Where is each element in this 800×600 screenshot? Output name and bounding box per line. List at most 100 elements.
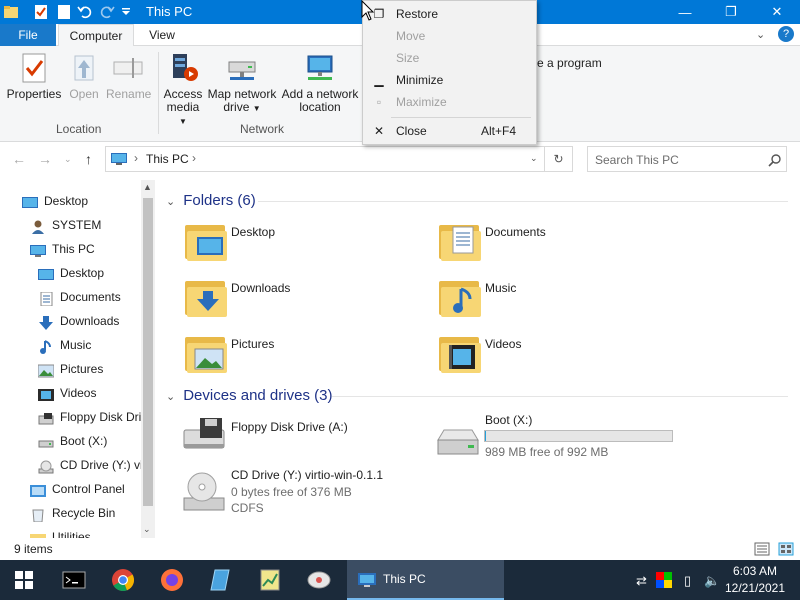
sidebar-item-label: Pictures bbox=[60, 362, 104, 376]
computer-icon bbox=[110, 152, 128, 169]
group-network-label: Network bbox=[240, 122, 285, 136]
network-drive-icon bbox=[226, 52, 258, 84]
system-menu-icon[interactable] bbox=[2, 3, 20, 21]
sidebar-item-this-pc[interactable]: This PC bbox=[30, 237, 95, 261]
folder-videos[interactable]: Videos bbox=[437, 331, 657, 379]
group-separator bbox=[158, 52, 159, 134]
sidebar-item-music[interactable]: Music bbox=[38, 333, 91, 357]
sidebar-item-documents[interactable]: Documents bbox=[38, 285, 121, 309]
menu-item-move[interactable]: Move bbox=[363, 25, 536, 47]
tab-computer[interactable]: Computer bbox=[58, 24, 134, 46]
maximize-button[interactable]: ❐ bbox=[708, 0, 754, 24]
new-folder-quick-icon[interactable] bbox=[55, 3, 73, 21]
tab-view[interactable]: View bbox=[136, 24, 188, 46]
sidebar-item-label: CD Drive (Y:) vi bbox=[60, 458, 143, 472]
sidebar-item-control-panel[interactable]: Control Panel bbox=[30, 477, 125, 501]
collapse-chevron-icon[interactable]: ⌄ bbox=[166, 196, 175, 208]
chrome-icon bbox=[112, 569, 135, 592]
taskbar-app-blue[interactable] bbox=[201, 564, 241, 596]
menu-item-maximize[interactable]: ▫ Maximize bbox=[363, 91, 536, 113]
customize-quick-access-icon[interactable] bbox=[117, 3, 135, 21]
control-panel-icon bbox=[30, 482, 46, 497]
taskbar-app-disk[interactable] bbox=[299, 564, 339, 596]
floppy-drive-item[interactable]: Floppy Disk Drive (A:) bbox=[178, 414, 418, 460]
sidebar-item-label: Utilities bbox=[52, 530, 91, 538]
sidebar-item-cd-drive-y-vi[interactable]: CD Drive (Y:) vi bbox=[38, 453, 143, 477]
properties-button[interactable]: Properties bbox=[6, 52, 62, 101]
folder-icon bbox=[30, 530, 46, 538]
back-arrow-icon[interactable]: ← bbox=[12, 151, 26, 167]
sidebar-item-recycle-bin[interactable]: Recycle Bin bbox=[30, 501, 115, 525]
undo-icon[interactable] bbox=[76, 3, 94, 21]
expand-ribbon-icon[interactable]: ⌄ bbox=[756, 28, 765, 41]
access-media-label: Access media bbox=[163, 87, 203, 114]
refresh-button[interactable]: ↻ bbox=[545, 146, 573, 172]
address-history-dropdown-icon[interactable]: ⌄ bbox=[530, 153, 538, 164]
add-network-location-button[interactable]: Add a network location bbox=[280, 52, 360, 114]
uninstall-program-button[interactable]: e a program bbox=[537, 56, 602, 70]
redo-icon[interactable] bbox=[98, 3, 116, 21]
sidebar-item-system[interactable]: SYSTEM bbox=[30, 213, 101, 237]
up-arrow-icon[interactable]: ↑ bbox=[85, 151, 92, 167]
folder-downloads[interactable]: Downloads bbox=[183, 275, 403, 323]
cd-icon bbox=[38, 458, 54, 474]
scroll-up-icon[interactable]: ▲ bbox=[143, 182, 152, 192]
sidebar-item-floppy-disk-dri[interactable]: Floppy Disk Dri bbox=[38, 405, 141, 429]
breadcrumb-this-pc[interactable]: This PC bbox=[146, 152, 189, 166]
forward-arrow-icon[interactable]: → bbox=[38, 151, 52, 167]
folder-label: Pictures bbox=[231, 337, 275, 351]
minimize-button[interactable]: — bbox=[662, 0, 708, 24]
devices-section-header[interactable]: ⌄ Devices and drives (3) bbox=[166, 387, 332, 404]
sidebar-item-boot-x[interactable]: Boot (X:) bbox=[38, 429, 107, 453]
taskbar-terminal[interactable] bbox=[54, 564, 94, 596]
details-view-icon[interactable] bbox=[754, 542, 770, 556]
search-input[interactable]: Search This PC bbox=[587, 146, 787, 172]
map-network-drive-button[interactable]: Map network drive ▼ bbox=[207, 52, 277, 115]
usb-tray-icon[interactable]: ▯ bbox=[684, 573, 691, 589]
downloads-folder-icon bbox=[185, 281, 227, 317]
color-tray-icon[interactable] bbox=[656, 572, 672, 588]
taskbar-chrome[interactable] bbox=[103, 564, 143, 596]
open-button[interactable]: Open bbox=[66, 52, 102, 101]
sidebar-item-videos[interactable]: Videos bbox=[38, 381, 96, 405]
taskbar-firefox[interactable] bbox=[152, 564, 192, 596]
network-tray-icon[interactable]: ⇄ bbox=[636, 573, 647, 589]
nav-scrollbar-thumb[interactable] bbox=[143, 198, 153, 506]
sidebar-item-label: Downloads bbox=[60, 314, 120, 328]
folder-documents[interactable]: Documents bbox=[437, 219, 657, 267]
address-bar[interactable]: › This PC › ⌄ bbox=[105, 146, 545, 172]
system-clock[interactable]: 6:03 AM 12/21/2021 bbox=[722, 563, 788, 597]
folders-header-label: Folders (6) bbox=[183, 192, 256, 209]
folder-pictures[interactable]: Pictures bbox=[183, 331, 403, 379]
breadcrumb-chevron-icon[interactable]: › bbox=[192, 151, 196, 165]
start-button[interactable] bbox=[4, 564, 44, 596]
taskbar-this-pc[interactable]: This PC bbox=[347, 560, 504, 600]
rename-button[interactable]: Rename bbox=[106, 52, 151, 101]
sidebar-item-label: Boot (X:) bbox=[60, 434, 108, 448]
volume-muted-icon[interactable]: 🔈 bbox=[704, 573, 720, 589]
sidebar-item-utilities[interactable]: Utilities bbox=[30, 525, 91, 538]
close-icon: ✕ bbox=[373, 124, 385, 138]
scroll-down-icon[interactable]: ⌄ bbox=[143, 524, 151, 535]
sidebar-item-desktop[interactable]: Desktop bbox=[38, 261, 104, 285]
access-media-button[interactable]: Access media ▼ bbox=[162, 52, 204, 128]
menu-item-close[interactable]: ✕ Close Alt+F4 bbox=[363, 120, 536, 142]
help-icon[interactable]: ? bbox=[778, 26, 794, 42]
close-button[interactable]: ✕ bbox=[754, 0, 800, 24]
folder-music[interactable]: Music bbox=[437, 275, 657, 323]
recent-locations-icon[interactable]: ⌄ bbox=[64, 154, 72, 165]
collapse-chevron-icon[interactable]: ⌄ bbox=[166, 391, 175, 403]
sidebar-item-downloads[interactable]: Downloads bbox=[38, 309, 119, 333]
folders-section-header[interactable]: ⌄ Folders (6) bbox=[166, 192, 256, 209]
large-icons-view-icon[interactable] bbox=[778, 542, 794, 556]
tab-file[interactable]: File bbox=[0, 24, 56, 46]
sidebar-item-pictures[interactable]: Pictures bbox=[37, 357, 104, 381]
properties-quick-icon[interactable] bbox=[32, 3, 50, 21]
sidebar-item-desktop[interactable]: Desktop bbox=[22, 189, 88, 213]
folder-desktop[interactable]: Desktop bbox=[183, 219, 403, 267]
taskbar-app-chart[interactable] bbox=[250, 564, 290, 596]
menu-item-restore[interactable]: ❐ Restore bbox=[363, 3, 536, 25]
cd-drive-item[interactable]: CD Drive (Y:) virtio-win-0.1.1 0 bytes f… bbox=[178, 464, 428, 520]
menu-item-size[interactable]: Size bbox=[363, 47, 536, 69]
menu-item-minimize[interactable]: ▁ Minimize bbox=[363, 69, 536, 91]
